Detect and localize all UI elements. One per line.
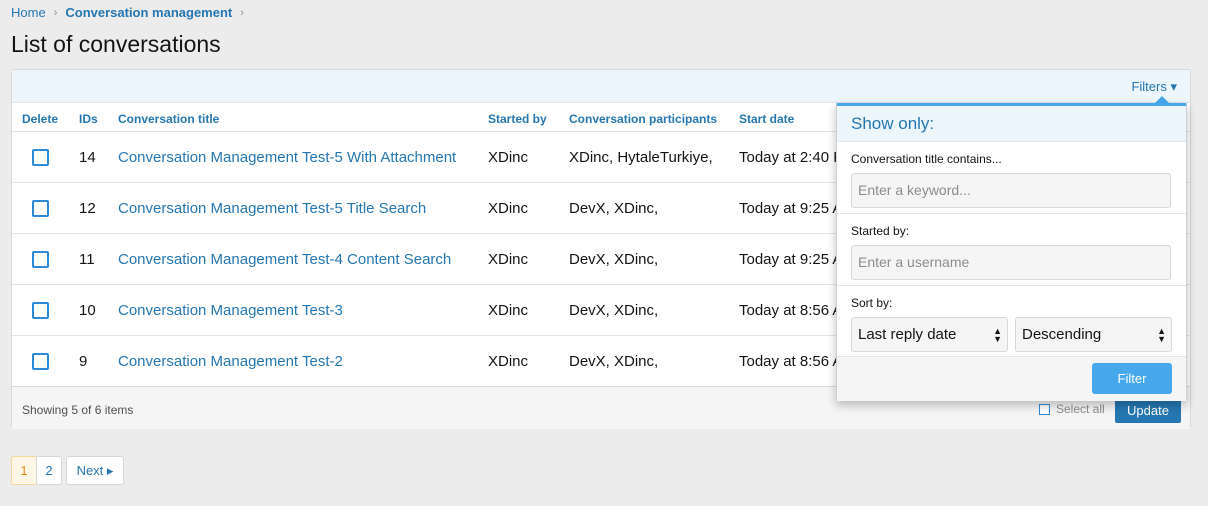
delete-checkbox[interactable] xyxy=(32,353,49,370)
filter-menu: Show only: Conversation title contains..… xyxy=(836,103,1187,401)
started-by: XDinc xyxy=(488,200,529,217)
breadcrumb-separator: › xyxy=(240,6,244,19)
start-date: Today at 8:56 A xyxy=(739,353,843,370)
sort-direction-select[interactable]: Descending ▲ ▼ xyxy=(1015,317,1172,352)
delete-checkbox[interactable] xyxy=(32,200,49,217)
started-by: XDinc xyxy=(488,353,529,370)
select-arrows-icon: ▲ ▼ xyxy=(993,326,1002,344)
select-all-label: Select all xyxy=(1056,402,1105,416)
participants: DevX, XDinc, xyxy=(569,251,659,268)
started-by-filter-section: Started by: Enter a username xyxy=(837,214,1186,286)
filter-bar: Filters ▾ xyxy=(12,70,1190,103)
started-by: XDinc xyxy=(488,251,529,268)
title-filter-label: Conversation title contains... xyxy=(851,152,1002,166)
column-header-delete: Delete xyxy=(22,112,59,126)
start-date: Today at 8:56 A xyxy=(739,302,843,319)
start-date: Today at 9:25 A xyxy=(739,251,843,268)
select-all-toggle[interactable]: Select all xyxy=(1039,402,1105,416)
participants: DevX, XDinc, xyxy=(569,353,659,370)
username-input[interactable]: Enter a username xyxy=(851,245,1171,280)
filter-button[interactable]: Filter xyxy=(1092,363,1172,394)
title-filter-section: Conversation title contains... Enter a k… xyxy=(837,142,1186,214)
breadcrumb-home[interactable]: Home xyxy=(11,5,46,20)
next-page-button[interactable]: Next ▸ xyxy=(66,456,124,485)
select-all-checkbox[interactable] xyxy=(1039,403,1050,415)
sort-section: Sort by: Last reply date ▲ ▼ Descending ▲… xyxy=(837,286,1186,357)
started-by-label: Started by: xyxy=(851,224,910,238)
row-id: 10 xyxy=(79,302,96,319)
breadcrumb-current[interactable]: Conversation management xyxy=(65,5,232,20)
started-by: XDinc xyxy=(488,302,529,319)
select-arrows-icon: ▲ ▼ xyxy=(1157,326,1166,344)
conversation-title-link[interactable]: Conversation Management Test-5 With Atta… xyxy=(118,149,456,166)
filter-menu-header: Show only: xyxy=(837,106,1186,142)
keyword-input[interactable]: Enter a keyword... xyxy=(851,173,1171,208)
sort-by-label: Sort by: xyxy=(851,296,893,310)
participants: DevX, XDinc, xyxy=(569,200,659,217)
item-count: Showing 5 of 6 items xyxy=(22,403,134,417)
row-id: 11 xyxy=(79,251,95,268)
column-header-ids: IDs xyxy=(79,112,98,126)
pagination: 1 2 Next ▸ xyxy=(11,456,124,485)
delete-checkbox[interactable] xyxy=(32,149,49,166)
sort-field-select[interactable]: Last reply date ▲ ▼ xyxy=(851,317,1008,352)
sort-field-value: Last reply date xyxy=(858,326,957,343)
page-1-button[interactable]: 1 xyxy=(11,456,37,485)
row-id: 9 xyxy=(79,353,88,370)
sort-direction-value: Descending xyxy=(1022,326,1102,343)
page-title: List of conversations xyxy=(11,31,221,57)
breadcrumb: Home › Conversation management › xyxy=(11,5,244,20)
column-header-start-date: Start date xyxy=(739,112,795,126)
delete-checkbox[interactable] xyxy=(32,251,49,268)
conversation-title-link[interactable]: Conversation Management Test-4 Content S… xyxy=(118,251,451,268)
participants: DevX, XDinc, xyxy=(569,302,659,319)
delete-checkbox[interactable] xyxy=(32,302,49,319)
row-id: 12 xyxy=(79,200,96,217)
menu-pointer xyxy=(1155,96,1169,103)
breadcrumb-separator: › xyxy=(53,6,58,19)
conversation-title-link[interactable]: Conversation Management Test-2 xyxy=(118,353,343,370)
start-date: Today at 2:40 P xyxy=(739,149,844,166)
column-header-participants: Conversation participants xyxy=(569,112,718,126)
conversation-title-link[interactable]: Conversation Management Test-5 Title Sea… xyxy=(118,200,426,217)
filters-toggle-button[interactable]: Filters ▾ xyxy=(1131,79,1177,95)
filter-menu-footer: Filter xyxy=(837,357,1186,401)
row-id: 14 xyxy=(79,149,96,166)
conversation-title-link[interactable]: Conversation Management Test-3 xyxy=(118,302,343,319)
started-by: XDinc xyxy=(488,149,529,166)
start-date: Today at 9:25 A xyxy=(739,200,843,217)
page-2-button[interactable]: 2 xyxy=(36,456,62,485)
column-header-started-by: Started by xyxy=(488,112,547,126)
participants: XDinc, HytaleTurkiye, xyxy=(569,149,713,166)
column-header-title: Conversation title xyxy=(118,112,220,126)
